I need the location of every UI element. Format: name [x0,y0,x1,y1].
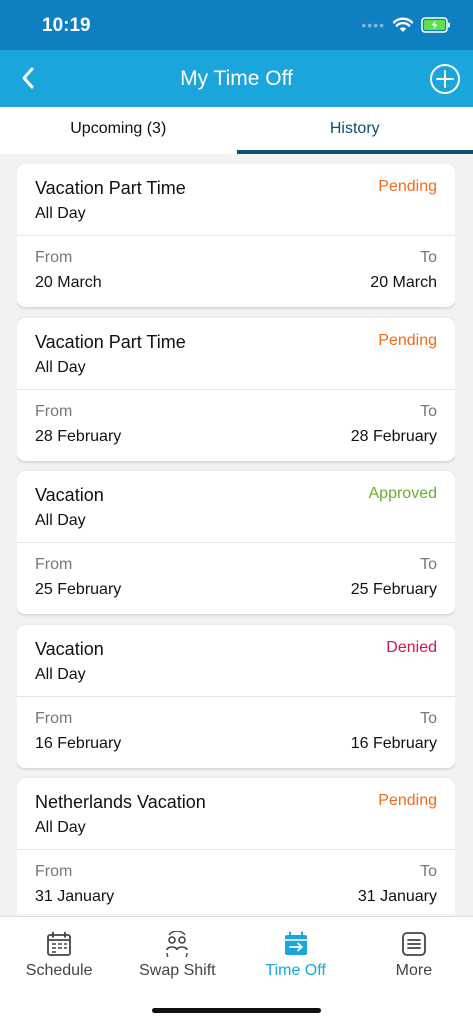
tab-bar: Upcoming (3) History [0,107,473,154]
from-label: From [35,403,72,421]
tab-history[interactable]: History [237,107,473,154]
from-date: 25 February [35,581,121,599]
from-label: From [35,556,72,574]
divider [17,389,455,390]
menu-icon [401,931,427,957]
nav-more[interactable]: More [355,917,473,1025]
to-date: 20 March [370,274,437,292]
nav-label: More [355,962,473,980]
request-title: Vacation Part Time [35,332,186,353]
status-badge: Pending [378,792,437,810]
status-badge: Pending [378,178,437,196]
calendar-arrow-icon [283,931,309,957]
to-label: To [420,556,437,574]
app-header: My Time Off [0,50,473,107]
plus-circle-icon [429,63,461,95]
request-title: Vacation [35,485,104,506]
divider [17,235,455,236]
to-date: 16 February [351,735,437,753]
from-label: From [35,249,72,267]
to-date: 31 January [358,888,437,906]
to-label: To [420,863,437,881]
nav-label: Time Off [237,962,355,980]
request-duration: All Day [35,666,86,684]
request-title: Vacation Part Time [35,178,186,199]
chevron-left-icon [20,66,36,90]
time-off-card[interactable]: Vacation Part Time Pending All Day From … [17,318,455,461]
swap-people-icon [164,931,190,957]
from-date: 20 March [35,274,102,292]
from-date: 28 February [35,428,121,446]
time-off-card[interactable]: Vacation Approved All Day From To 25 Feb… [17,471,455,614]
from-label: From [35,710,72,728]
time-off-card[interactable]: Vacation Denied All Day From To 16 Febru… [17,625,455,768]
from-date: 16 February [35,735,121,753]
tab-upcoming[interactable]: Upcoming (3) [0,107,237,154]
time-off-card[interactable]: Vacation Part Time Pending All Day From … [17,164,455,307]
request-duration: All Day [35,205,86,223]
to-date: 25 February [351,581,437,599]
nav-label: Swap Shift [118,962,236,980]
request-duration: All Day [35,512,86,530]
divider [17,542,455,543]
status-badge: Denied [386,639,437,657]
from-label: From [35,863,72,881]
signal-icon: •••• [361,17,385,33]
nav-schedule[interactable]: Schedule [0,917,118,1025]
wifi-icon [393,17,413,33]
request-duration: All Day [35,819,86,837]
status-badge: Pending [378,332,437,350]
from-date: 31 January [35,888,114,906]
status-badge: Approved [369,485,438,503]
status-time: 10:19 [42,15,91,37]
back-button[interactable] [12,62,44,94]
status-bar: 10:19 •••• [0,0,473,50]
battery-icon [421,17,451,33]
time-off-card[interactable]: Netherlands Vacation Pending All Day Fro… [17,778,455,914]
request-duration: All Day [35,359,86,377]
nav-label: Schedule [0,962,118,980]
page-title: My Time Off [180,67,293,91]
add-time-off-button[interactable] [429,63,461,95]
request-title: Vacation [35,639,104,660]
time-off-list[interactable]: Vacation Part Time Pending All Day From … [17,164,455,914]
to-date: 28 February [351,428,437,446]
status-icons: •••• [361,14,451,36]
to-label: To [420,403,437,421]
to-label: To [420,710,437,728]
to-label: To [420,249,437,267]
calendar-icon [46,931,72,957]
divider [17,849,455,850]
divider [17,696,455,697]
home-indicator [152,1008,321,1013]
request-title: Netherlands Vacation [35,792,206,813]
